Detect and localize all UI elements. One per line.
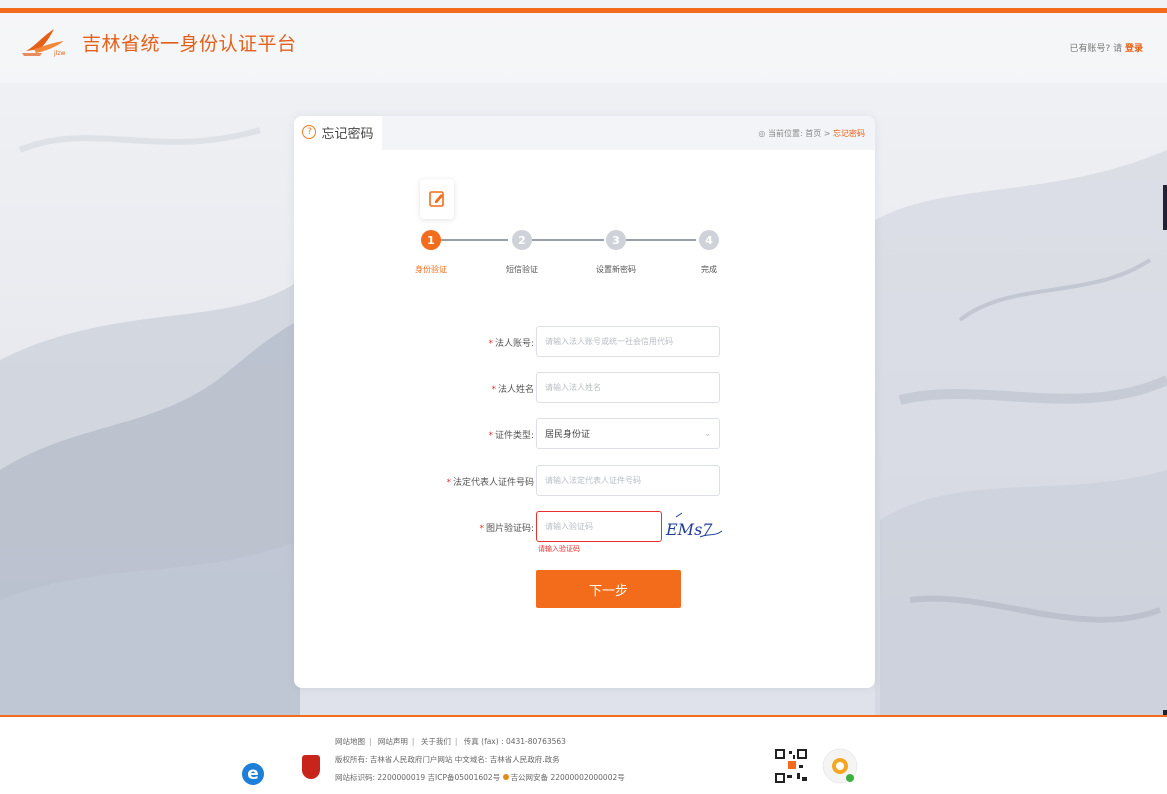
breadcrumb-separator: > <box>821 129 833 138</box>
step-connector <box>438 239 508 241</box>
police-badge-icon <box>502 774 509 780</box>
id-type-label: * 证件类型: <box>488 431 534 441</box>
chevron-down-icon: ⌄ <box>704 429 711 438</box>
captcha-row: *图片验证码: 请输入验证码 EMs7 <box>294 511 875 553</box>
captcha-image[interactable]: EMs7 <box>664 511 734 543</box>
footer-info: 网站地图 | 网站声明 | 关于我们 | 传真 (fax) : 0431-807635… <box>335 737 625 782</box>
svg-text:jlzw: jlzw <box>53 50 65 57</box>
name-label: * 法人姓名 <box>491 385 534 395</box>
step-1-dot: 1 <box>421 230 441 250</box>
question-icon: ? <box>302 125 317 139</box>
ie-browser-icon[interactable]: e <box>242 763 264 785</box>
step-2-dot: 2 <box>512 230 532 250</box>
window-edge <box>1163 185 1167 230</box>
site-header: jlzw 吉林省统一身份认证平台 已有账号? 请 登录 <box>0 13 1167 83</box>
card-header: ◎ 当前位置: 首页 > 忘记密码 <box>382 116 875 150</box>
tab-label: 忘记密码 <box>321 126 374 142</box>
breadcrumb-current: 忘记密码 <box>833 129 865 138</box>
step-connector <box>626 239 696 241</box>
forgot-password-card: ◎ 当前位置: 首页 > 忘记密码 ? 忘记密码 1 2 3 4 身份验证 短信… <box>294 116 875 688</box>
id-type-row: * 证件类型: 居民身份证 ⌄ <box>294 418 875 450</box>
account-input[interactable] <box>536 326 720 357</box>
site-footer: e 网站地图 | 网站声明 | 关于我们 | 传真 (fax) : 0431-8076… <box>0 715 1167 794</box>
id-type-value: 居民身份证 <box>545 430 591 440</box>
government-emblem-icon[interactable] <box>302 755 320 779</box>
step-4-label: 完成 <box>701 265 717 274</box>
next-button[interactable]: 下一步 <box>536 570 681 608</box>
mini-program-code-icon <box>822 748 858 784</box>
footer-police[interactable]: 吉公网安备 22000002000002号 <box>511 773 625 782</box>
step-3-dot: 3 <box>606 230 626 250</box>
tab-forgot-password[interactable]: ? 忘记密码 <box>294 116 382 150</box>
footer-fax: 传真 (fax) : 0431-80763563 <box>463 737 566 746</box>
account-row: * 法人账号: <box>294 326 875 358</box>
id-type-select[interactable]: 居民身份证 ⌄ <box>536 418 720 449</box>
footer-copyright: 版权所有: 吉林省人民政府门户网站 中文域名: 吉林省人民政府.政务 <box>335 755 560 764</box>
footer-link-statement[interactable]: 网站声明 <box>378 737 408 746</box>
login-link[interactable]: 登录 <box>1125 44 1143 54</box>
captcha-label: * 图片验证码: <box>479 524 534 534</box>
login-prompt: 已有账号? 请 <box>1069 44 1123 54</box>
edit-icon-box <box>420 179 454 219</box>
footer-site-code: 网站标识码: 2200000019 吉ICP备05001602号 <box>335 773 501 782</box>
step-4-dot: 4 <box>699 230 719 250</box>
rep-id-row: * 法定代表人证件号码 <box>294 465 875 497</box>
site-logo[interactable]: jlzw 吉林省统一身份认证平台 <box>20 25 297 59</box>
step-progress: 1 2 3 4 身份验证 短信验证 设置新密码 完成 <box>415 230 756 290</box>
step-1-label: 身份验证 <box>415 265 447 274</box>
captcha-input[interactable] <box>536 511 662 542</box>
rep-id-input[interactable] <box>536 465 720 496</box>
login-hint: 已有账号? 请 登录 <box>1069 41 1143 54</box>
location-pin-icon: ◎ <box>758 129 768 138</box>
name-input[interactable] <box>536 372 720 403</box>
captcha-text: EMs7 <box>665 520 713 539</box>
rep-id-label: * 法定代表人证件号码 <box>446 478 534 488</box>
breadcrumb: ◎ 当前位置: 首页 > 忘记密码 <box>758 128 865 139</box>
footer-link-sitemap[interactable]: 网站地图 <box>335 737 365 746</box>
breadcrumb-home[interactable]: 首页 <box>805 129 821 138</box>
step-connector <box>532 239 604 241</box>
edit-icon <box>429 191 444 207</box>
name-row: * 法人姓名 <box>294 372 875 404</box>
qr-code-icon <box>773 747 809 785</box>
step-2-label: 短信验证 <box>506 265 538 274</box>
breadcrumb-prefix: 当前位置: <box>767 129 806 138</box>
site-title: 吉林省统一身份认证平台 <box>82 32 297 55</box>
step-3-label: 设置新密码 <box>596 265 636 274</box>
account-label: * 法人账号: <box>488 339 534 349</box>
footer-link-about[interactable]: 关于我们 <box>421 737 451 746</box>
captcha-error: 请输入验证码 <box>538 545 580 553</box>
bird-logo-icon: jlzw <box>22 29 65 57</box>
